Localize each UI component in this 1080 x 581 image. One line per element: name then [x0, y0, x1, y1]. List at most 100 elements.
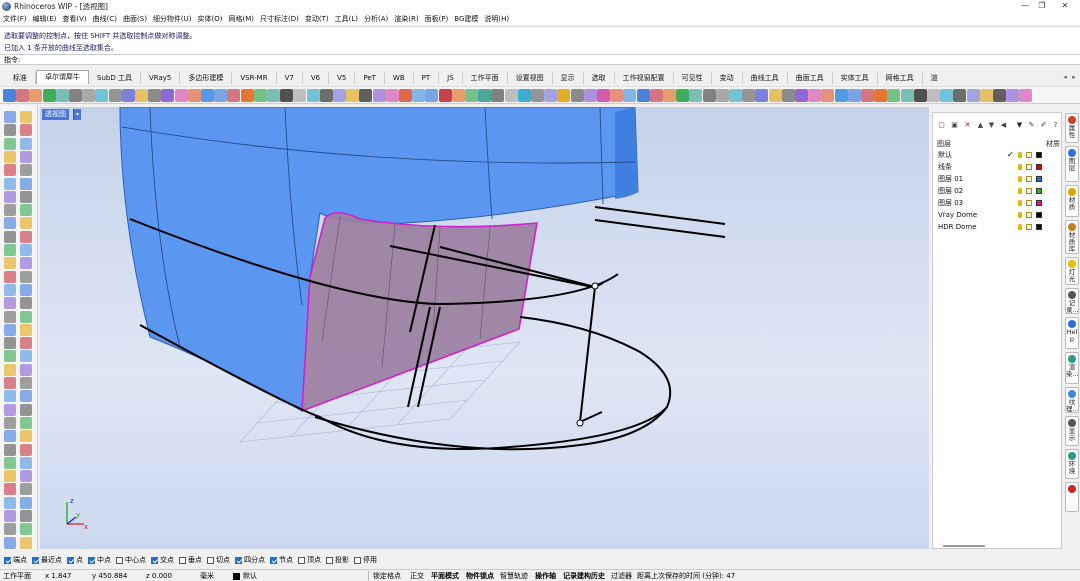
layer-lock-icon[interactable]	[1026, 152, 1032, 158]
toolbar-tool-icon[interactable]	[755, 89, 769, 102]
left-toolbar-tool-icon[interactable]	[4, 523, 16, 536]
toolbar-tool-icon[interactable]	[557, 89, 571, 102]
layer-lock-icon[interactable]	[1026, 188, 1032, 194]
toolbar-tool-icon[interactable]	[900, 89, 914, 102]
toolbar-tool-icon[interactable]	[346, 89, 360, 102]
side-tab[interactable]: 纹理...	[1065, 387, 1079, 413]
toolbar-tool-icon[interactable]	[108, 89, 122, 102]
toolbar-tool-icon[interactable]	[795, 89, 808, 102]
osnap-option[interactable]: 点	[67, 555, 83, 565]
layer-row[interactable]: 图层 01	[933, 173, 1061, 185]
toolbar-tool-icon[interactable]	[42, 89, 56, 102]
left-toolbar-tool-icon[interactable]	[20, 124, 32, 137]
filter-icon[interactable]: ▼	[1015, 121, 1024, 130]
left-toolbar-tool-icon[interactable]	[20, 230, 32, 243]
toolbar-tool-icon[interactable]	[544, 89, 558, 102]
left-toolbar-tool-icon[interactable]	[20, 270, 32, 283]
left-toolbar-tool-icon[interactable]	[20, 297, 32, 310]
toolbar-tool-icon[interactable]	[834, 89, 848, 102]
tab-vray5[interactable]: VRay5	[141, 72, 181, 84]
tab-viewport-layout[interactable]: 工作视窗配置	[615, 72, 674, 84]
left-toolbar-tool-icon[interactable]	[20, 416, 32, 429]
toolbar-tool-icon[interactable]	[359, 89, 373, 102]
perspective-viewport[interactable]: x z y 透视图 ▾	[40, 107, 929, 549]
tab-mesh-tools[interactable]: 网格工具	[878, 72, 923, 84]
layer-lock-icon[interactable]	[1026, 164, 1032, 170]
tab-visibility[interactable]: 可见性	[674, 72, 712, 84]
tab-set-view[interactable]: 设置视图	[508, 72, 553, 84]
toolbar-tool-icon[interactable]	[636, 89, 650, 102]
toolbar-tool-icon[interactable]	[372, 89, 386, 102]
osnap-checkbox[interactable]	[207, 556, 214, 564]
layer-name[interactable]: 默认	[938, 149, 952, 161]
tab-v6[interactable]: V6	[303, 72, 330, 84]
toolbar-tool-icon[interactable]	[940, 89, 954, 102]
side-tab[interactable]: 材质库	[1065, 220, 1079, 254]
new-sublayer-icon[interactable]: ▣	[950, 121, 959, 130]
osnap-checkbox[interactable]	[354, 556, 361, 564]
osnap-option[interactable]: 节点	[270, 555, 293, 565]
tab-render-tools[interactable]: 渲	[923, 72, 946, 84]
left-toolbar-tool-icon[interactable]	[20, 496, 32, 509]
toolbar-tool-icon[interactable]	[1006, 89, 1020, 102]
viewport-canvas[interactable]: x z y	[40, 107, 929, 549]
layer-name[interactable]: Vray Dome	[938, 209, 977, 221]
toolbar-tool-icon[interactable]	[319, 89, 333, 102]
layer-color-swatch[interactable]	[1036, 200, 1042, 206]
toolbar-tool-icon[interactable]	[227, 89, 241, 102]
tools-wrench-icon[interactable]: ✎	[1027, 121, 1036, 130]
left-toolbar-tool-icon[interactable]	[4, 536, 16, 549]
tab-scroll-left-icon[interactable]: ◂	[1061, 72, 1069, 82]
left-toolbar-tool-icon[interactable]	[4, 337, 16, 350]
viewport-title-tab[interactable]: 透视图	[42, 109, 69, 120]
menu-analyze[interactable]: 分析(A)	[364, 14, 388, 24]
tab-display[interactable]: 显示	[553, 72, 584, 84]
toolbar-tool-icon[interactable]	[1019, 89, 1033, 102]
layer-visibility-bulb-icon[interactable]	[1018, 212, 1022, 218]
osnap-checkbox[interactable]	[151, 556, 158, 564]
viewport-menu-chevron-icon[interactable]: ▾	[73, 109, 81, 120]
side-tab[interactable]: 灯光	[1065, 257, 1079, 285]
status-layer[interactable]: 默认	[243, 571, 257, 581]
left-toolbar-tool-icon[interactable]	[20, 190, 32, 203]
toolbar-tool-icon[interactable]	[451, 89, 465, 102]
layer-name[interactable]: HDR Dome	[938, 221, 977, 233]
toolbar-tool-icon[interactable]	[979, 89, 993, 102]
toolbar-tool-icon[interactable]	[293, 89, 307, 102]
layer-lock-icon[interactable]	[1026, 212, 1032, 218]
osnap-checkbox[interactable]	[116, 556, 123, 564]
left-toolbar-tool-icon[interactable]	[4, 323, 16, 336]
layer-visibility-bulb-icon[interactable]	[1018, 224, 1022, 230]
left-toolbar-tool-icon[interactable]	[4, 310, 16, 323]
left-toolbar-tool-icon[interactable]	[20, 204, 32, 217]
toolbar-tool-icon[interactable]	[676, 89, 690, 102]
menu-subd[interactable]: 细分物件(U)	[153, 14, 192, 24]
osnap-option[interactable]: 停用	[354, 555, 377, 565]
toolbar-tool-icon[interactable]	[425, 89, 439, 102]
toolbar-tool-icon[interactable]	[306, 89, 320, 102]
left-toolbar-tool-icon[interactable]	[20, 257, 32, 270]
menu-transform[interactable]: 变动(T)	[305, 14, 329, 24]
history-toggle[interactable]: 记录建构历史	[563, 571, 605, 581]
osnap-checkbox[interactable]	[298, 556, 305, 564]
status-cplane[interactable]: 工作平面	[3, 571, 31, 581]
toolbar-tool-icon[interactable]	[29, 89, 43, 102]
toolbar-tool-icon[interactable]	[927, 89, 940, 102]
osnap-checkbox[interactable]	[235, 556, 242, 564]
tab-v5[interactable]: V5	[329, 72, 356, 84]
menu-solid[interactable]: 实体(O)	[198, 14, 223, 24]
menu-view[interactable]: 查看(V)	[62, 14, 86, 24]
layer-name[interactable]: 线条	[938, 161, 952, 173]
tab-scroll-right-icon[interactable]: ▸	[1070, 72, 1078, 82]
current-layer-check-icon[interactable]: ✓	[1007, 149, 1014, 161]
side-tab[interactable]	[1065, 482, 1079, 512]
menu-edit[interactable]: 编辑(E)	[33, 14, 57, 24]
layer-row[interactable]: 默认 ✓	[933, 149, 1061, 161]
toolbar-tool-icon[interactable]	[847, 89, 861, 102]
move-up-icon[interactable]: ▲	[976, 121, 985, 130]
toolbar-tool-icon[interactable]	[729, 89, 742, 102]
toolbar-tool-icon[interactable]	[663, 89, 676, 102]
osnap-checkbox[interactable]	[32, 556, 39, 564]
menu-render[interactable]: 渲染(R)	[394, 14, 418, 24]
toolbar-tool-icon[interactable]	[214, 89, 228, 102]
